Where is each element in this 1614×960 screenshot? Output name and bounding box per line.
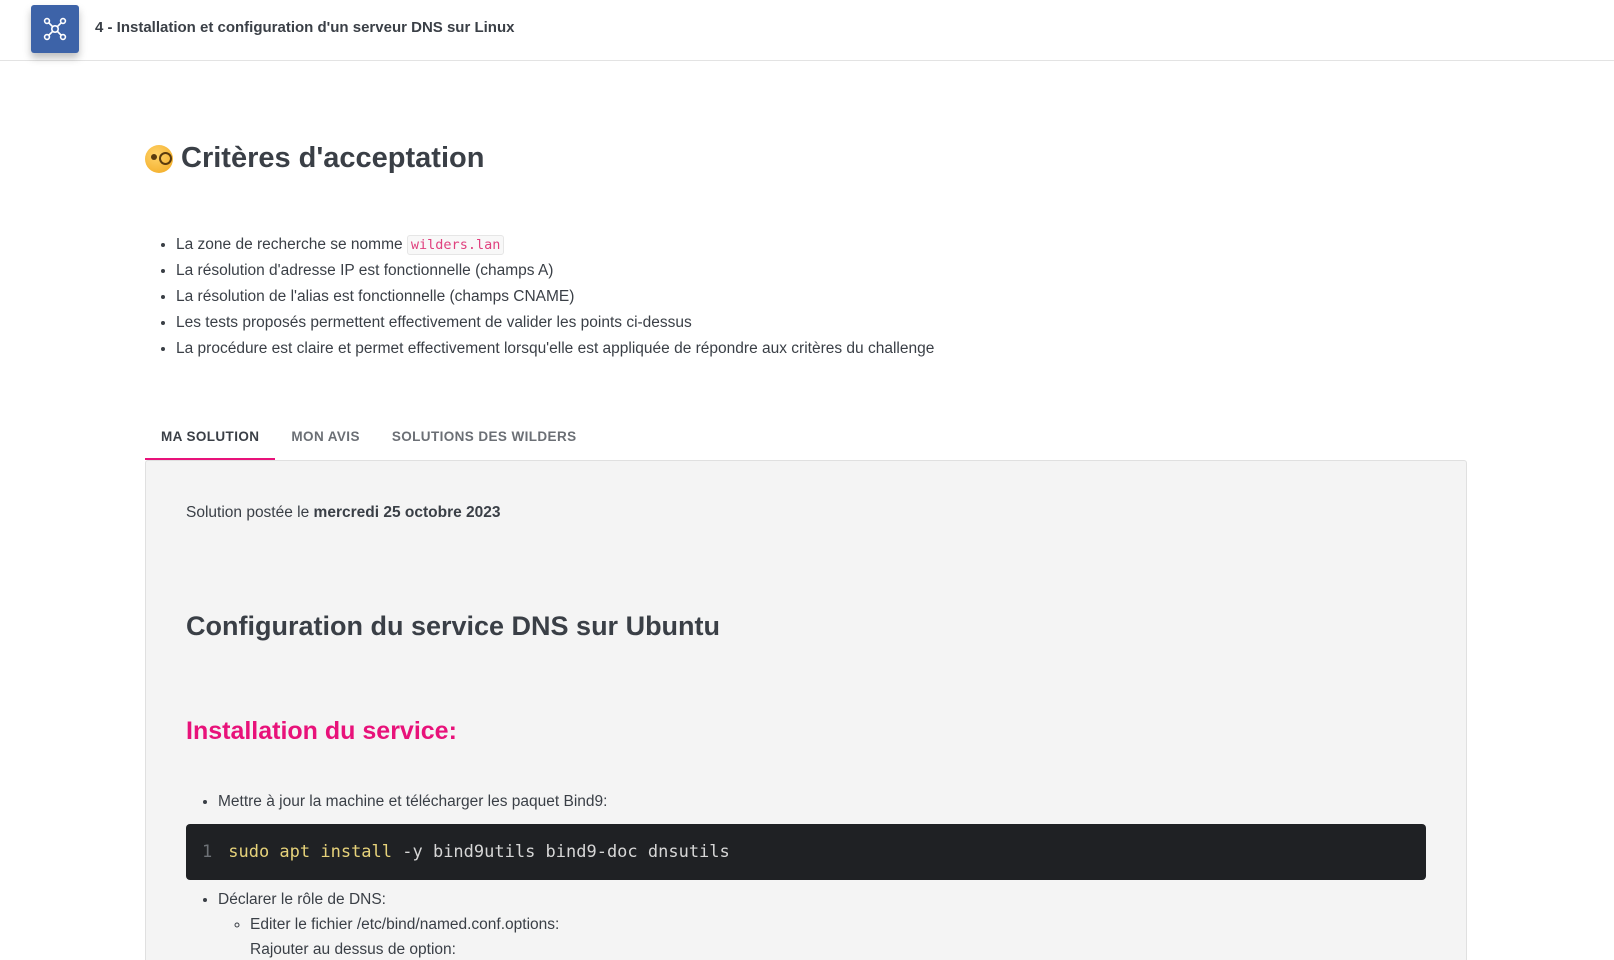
list-item: La résolution d'adresse IP est fonctionn… — [176, 260, 934, 286]
criteria-heading: Critères d'acceptation — [145, 142, 484, 175]
list-item: La résolution de l'alias est fonctionnel… — [176, 286, 934, 312]
posted-date: Solution postée le mercredi 25 octobre 2… — [186, 504, 501, 522]
thinking-face-monocle-icon — [145, 144, 173, 173]
code-keywords: sudo apt install — [228, 842, 393, 862]
list-item-text: La zone de recherche se nomme — [176, 236, 407, 253]
zone-name-code: wilders.lan — [406, 235, 505, 255]
solution-title: Configuration du service DNS sur Ubuntu — [186, 611, 721, 641]
page-title: 4 - Installation et configuration d'un s… — [95, 19, 515, 36]
list-item-text: La résolution de l'alias est fonctionnel… — [176, 288, 575, 305]
solution-panel: Solution postée le mercredi 25 octobre 2… — [145, 460, 1467, 960]
posted-prefix: Solution postée le — [186, 504, 314, 521]
top-bar: 4 - Installation et configuration d'un s… — [0, 0, 1614, 61]
line-number: 1 — [202, 842, 213, 862]
sub-list: Editer le fichier /etc/bind/named.conf.o… — [250, 912, 559, 960]
list-item: La zone de recherche se nomme wilders.la… — [176, 234, 934, 260]
section-heading-installation: Installation du service: — [186, 717, 457, 745]
tab-mon-avis[interactable]: MON AVIS — [275, 412, 375, 460]
posted-date-value: mercredi 25 octobre 2023 — [313, 504, 501, 521]
network-icon — [43, 17, 67, 41]
tab-solutions-des-wilders[interactable]: SOLUTIONS DES WILDERS — [376, 412, 593, 460]
list-item-text: Les tests proposés permettent effectivem… — [176, 314, 692, 331]
list-item-text: La procédure est claire et permet effect… — [176, 340, 935, 357]
steps-list-2: Déclarer le rôle de DNS: Editer le fichi… — [218, 887, 559, 960]
solution-tabs: MA SOLUTION MON AVIS SOLUTIONS DES WILDE… — [145, 412, 593, 460]
code-block[interactable]: 1 sudo apt install -y bind9utils bind9-d… — [186, 824, 1426, 880]
code-arguments: -y bind9utils bind9-doc dnsutils — [392, 842, 730, 862]
steps-list: Mettre à jour la machine et télécharger … — [218, 791, 607, 813]
app-logo[interactable] — [31, 5, 79, 53]
list-item: Mettre à jour la machine et télécharger … — [218, 791, 607, 813]
list-item: Les tests proposés permettent effectivem… — [176, 312, 934, 338]
sub-list-item-text: Editer le fichier /etc/bind/named.conf.o… — [250, 916, 560, 933]
list-item: Déclarer le rôle de DNS: Editer le fichi… — [218, 887, 559, 960]
list-item-text: La résolution d'adresse IP est fonctionn… — [176, 262, 554, 279]
sub-list-item: Editer le fichier /etc/bind/named.conf.o… — [250, 912, 559, 960]
criteria-heading-text: Critères d'acceptation — [181, 142, 485, 174]
sub-list-item-text-2: Rajouter au dessus de option: — [250, 941, 456, 958]
list-item: La procédure est claire et permet effect… — [176, 338, 934, 364]
tab-ma-solution[interactable]: MA SOLUTION — [145, 412, 276, 460]
criteria-list: La zone de recherche se nomme wilders.la… — [176, 234, 934, 364]
list-item-text: Déclarer le rôle de DNS: — [218, 891, 386, 908]
